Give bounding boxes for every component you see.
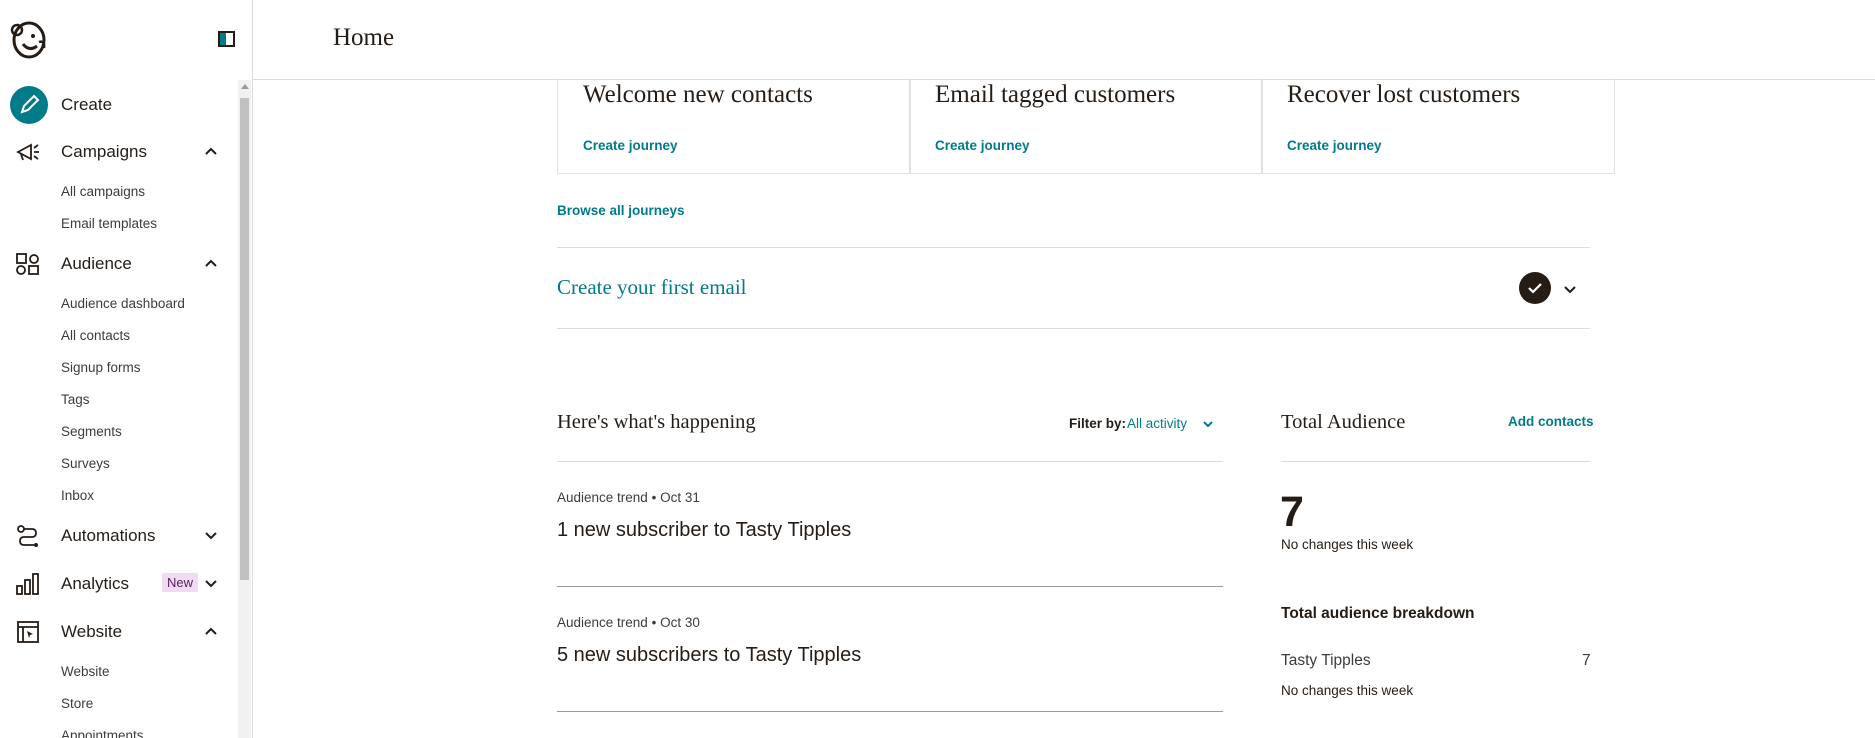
new-badge: New (162, 573, 199, 592)
journey-card: Welcome new contacts Create journey (557, 79, 911, 174)
sidebar: Create Campaigns All campaigns Email tem… (0, 0, 253, 738)
sidebar-toggle-icon[interactable] (217, 29, 237, 49)
top-header: Home (253, 0, 1875, 80)
scroll-up-arrow-icon[interactable] (241, 84, 249, 89)
megaphone-icon (16, 143, 39, 161)
journey-card-title: Welcome new contacts (583, 81, 813, 108)
nav-website-label: Website (61, 622, 123, 641)
chevron-down-icon[interactable] (1563, 282, 1577, 296)
nav-signup-forms[interactable]: Signup forms (61, 360, 141, 375)
divider (557, 328, 1590, 329)
chevron-down-icon[interactable] (204, 576, 218, 590)
breakdown-audience-name: Tasty Tipples (1281, 652, 1371, 669)
create-journey-link[interactable]: Create journey (935, 138, 1030, 153)
total-audience-title: Total Audience (1281, 411, 1406, 433)
divider (557, 461, 1223, 462)
nav-automations-label: Automations (61, 526, 156, 545)
filter-dropdown[interactable]: All activity (1127, 416, 1187, 431)
create-first-email-step[interactable]: Create your first email (557, 275, 747, 300)
nav-audience-label: Audience (61, 254, 132, 273)
activity-type: Audience trend • Oct 31 (557, 490, 700, 505)
breakdown-audience-count: 7 (1582, 652, 1591, 669)
nav-analytics-label: Analytics (61, 574, 130, 593)
activity-date: • Oct 31 (651, 490, 700, 505)
nav-audience-dashboard[interactable]: Audience dashboard (61, 296, 185, 311)
nav-website[interactable]: Website (0, 612, 232, 652)
checkmark-icon (1519, 272, 1551, 304)
nav-tags[interactable]: Tags (61, 392, 90, 407)
nav-all-contacts[interactable]: All contacts (61, 328, 130, 343)
chevron-up-icon[interactable] (204, 624, 218, 638)
bar-chart-icon (16, 573, 39, 595)
divider (557, 247, 1590, 248)
chevron-down-icon[interactable] (1202, 418, 1214, 430)
create-journey-link[interactable]: Create journey (583, 138, 678, 153)
breakdown-audience-change: No changes this week (1281, 683, 1414, 698)
nav-inbox[interactable]: Inbox (61, 488, 94, 503)
nav-create-label: Create (61, 95, 113, 114)
chevron-up-icon[interactable] (204, 144, 218, 158)
sidebar-scroll-thumb[interactable] (240, 98, 249, 580)
divider (557, 586, 1223, 587)
activity-text[interactable]: 5 new subscribers to Tasty Tipples (557, 644, 861, 667)
browse-all-journeys-link[interactable]: Browse all journeys (557, 203, 685, 218)
activity-text[interactable]: 1 new subscriber to Tasty Tipples (557, 519, 851, 542)
add-contacts-link[interactable]: Add contacts (1508, 414, 1594, 429)
activity-type: Audience trend • Oct 30 (557, 615, 700, 630)
nav-surveys[interactable]: Surveys (61, 456, 110, 471)
nav-automations[interactable]: Automations (0, 516, 232, 556)
filter-label: Filter by: (1069, 416, 1127, 431)
mailchimp-logo-icon[interactable] (9, 18, 49, 60)
journey-card-title: Email tagged customers (935, 81, 1176, 108)
nav-appointments[interactable]: Appointments (61, 728, 144, 738)
journey-card-title: Recover lost customers (1287, 81, 1521, 108)
audience-change: No changes this week (1281, 537, 1414, 552)
divider (557, 711, 1223, 712)
activity-title: Here's what's happening (557, 411, 756, 433)
website-icon (17, 621, 39, 643)
create-journey-link[interactable]: Create journey (1287, 138, 1382, 153)
breakdown-title: Total audience breakdown (1281, 605, 1475, 622)
audience-icon (16, 253, 39, 275)
nav-campaigns-label: Campaigns (61, 142, 147, 161)
chevron-up-icon[interactable] (204, 256, 218, 270)
audience-count: 7 (1280, 488, 1304, 536)
nav-create[interactable]: Create (0, 85, 232, 125)
page-title: Home (333, 24, 395, 51)
automations-icon (17, 525, 38, 547)
create-pencil-icon (10, 86, 48, 124)
activity-date: • Oct 30 (651, 615, 700, 630)
journey-card: Recover lost customers Create journey (1261, 79, 1615, 174)
nav-segments[interactable]: Segments (61, 424, 122, 439)
journey-card: Email tagged customers Create journey (909, 79, 1263, 174)
chevron-down-icon[interactable] (204, 528, 218, 542)
nav-all-campaigns[interactable]: All campaigns (61, 184, 145, 199)
nav-email-templates[interactable]: Email templates (61, 216, 157, 231)
nav-campaigns[interactable]: Campaigns (0, 132, 232, 172)
nav-audience[interactable]: Audience (0, 244, 232, 284)
nav-website-sub[interactable]: Website (61, 664, 110, 679)
nav-store[interactable]: Store (61, 696, 93, 711)
divider (1281, 461, 1590, 462)
